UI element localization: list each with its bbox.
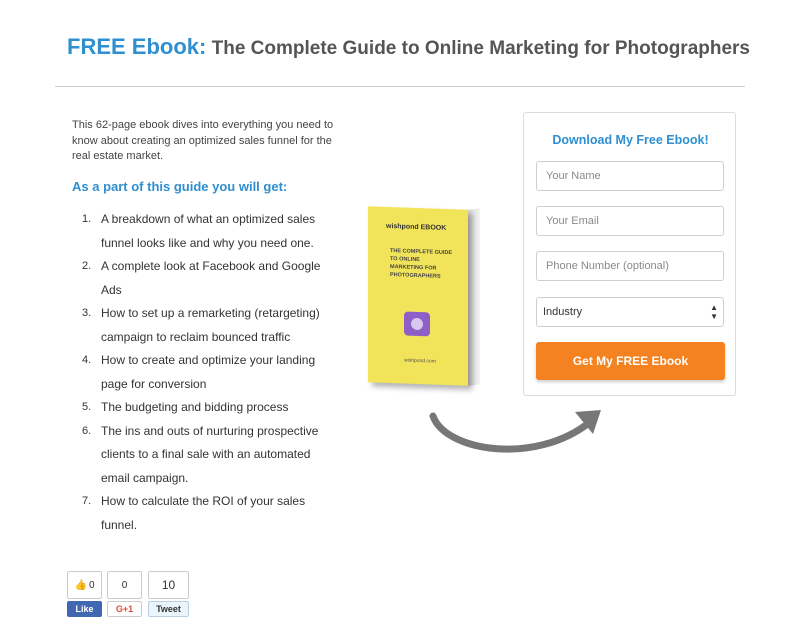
- list-item: 4. How to create and optimize your landin…: [82, 349, 342, 396]
- list-item-text: How to calculate the ROI of your sales f…: [101, 494, 306, 532]
- camera-badge-icon: [404, 311, 430, 337]
- list-item: 6. The ins and outs of nurturing prospect…: [82, 420, 342, 491]
- google-plus-button[interactable]: G+1: [107, 601, 142, 617]
- list-item: 7. How to calculate the ROI of your sales…: [82, 490, 342, 537]
- form-title: Download My Free Ebook!: [552, 133, 709, 147]
- thumbs-up-icon: 👍: [74, 579, 87, 591]
- list-item-number: 2.: [82, 260, 92, 272]
- list-item-number: 5.: [82, 401, 92, 413]
- intro-text: This 62-page ebook dives into everything…: [72, 119, 334, 162]
- tweet-count-value: 10: [161, 578, 176, 592]
- list-item-number: 7.: [82, 495, 92, 507]
- list-item: 3. How to set up a remarketing (retargeti…: [82, 302, 342, 349]
- header-divider: [55, 86, 745, 87]
- ebook-title: The Complete Guide to Online Marketing f…: [211, 38, 750, 59]
- industry-select-value: Industry: [543, 306, 583, 318]
- list-item: 2. A complete look at Facebook and Google…: [82, 255, 342, 302]
- facebook-like-label: Like: [75, 604, 94, 614]
- list-item-number: 4.: [82, 354, 92, 366]
- page-title: FREE Ebook: The Complete Guide to Online…: [67, 34, 750, 60]
- ebook-cover-image: wishpond EBOOK THE COMPLETE GUIDE TO ONL…: [368, 206, 484, 390]
- google-plus-count: 0: [107, 571, 142, 599]
- google-plus-count-value: 0: [121, 579, 128, 591]
- book-brand: wishpond EBOOK: [386, 222, 447, 232]
- landing-page: FREE Ebook: The Complete Guide to Online…: [0, 0, 800, 629]
- list-item: 1. A breakdown of what an optimized sales…: [82, 208, 342, 255]
- get-ebook-button[interactable]: Get My FREE Ebook: [536, 342, 725, 380]
- book-url: wishpond.com: [404, 357, 436, 365]
- email-field[interactable]: [536, 206, 724, 236]
- list-item-text: How to set up a remarketing (retargeting…: [101, 306, 320, 344]
- name-field[interactable]: [536, 161, 724, 191]
- tweet-label: Tweet: [156, 604, 181, 614]
- book-cover: wishpond EBOOK THE COMPLETE GUIDE TO ONL…: [368, 206, 468, 386]
- benefits-list: 1. A breakdown of what an optimized sales…: [82, 208, 342, 537]
- free-ebook-label: FREE Ebook:: [67, 34, 207, 59]
- benefits-heading: As a part of this guide you will get:: [72, 179, 288, 194]
- book-spine: [468, 208, 480, 386]
- list-item-text: The ins and outs of nurturing prospectiv…: [101, 423, 319, 485]
- list-item-text: A complete look at Facebook and Google A…: [101, 259, 321, 297]
- industry-select[interactable]: Industry ▲ ▼: [536, 297, 724, 327]
- download-form: Download My Free Ebook! Industry ▲▼ Get …: [523, 112, 736, 396]
- curved-arrow-icon: [429, 410, 601, 453]
- tweet-count: 10: [148, 571, 189, 599]
- facebook-like-button[interactable]: Like: [67, 601, 102, 617]
- list-item: 5. The budgeting and bidding process: [82, 396, 342, 420]
- facebook-like-count: 👍 0: [67, 571, 102, 599]
- list-item-text: The budgeting and bidding process: [101, 400, 289, 414]
- select-arrows-icon: ▲ ▼: [710, 303, 718, 321]
- list-item-text: A breakdown of what an optimized sales f…: [101, 212, 316, 250]
- list-item-number: 1.: [82, 213, 92, 225]
- phone-field[interactable]: [536, 251, 724, 281]
- list-item-number: 3.: [82, 307, 92, 319]
- facebook-count-value: 0: [88, 579, 95, 591]
- list-item-text: How to create and optimize your landing …: [101, 353, 316, 391]
- book-title: THE COMPLETE GUIDE TO ONLINE MARKETING F…: [390, 248, 453, 280]
- tweet-button[interactable]: Tweet: [148, 601, 189, 617]
- social-share-bar: 👍 0 0 10 Like G+1 Tweet: [67, 571, 207, 621]
- list-item-number: 6.: [82, 424, 92, 437]
- google-plus-label: G+1: [115, 604, 134, 614]
